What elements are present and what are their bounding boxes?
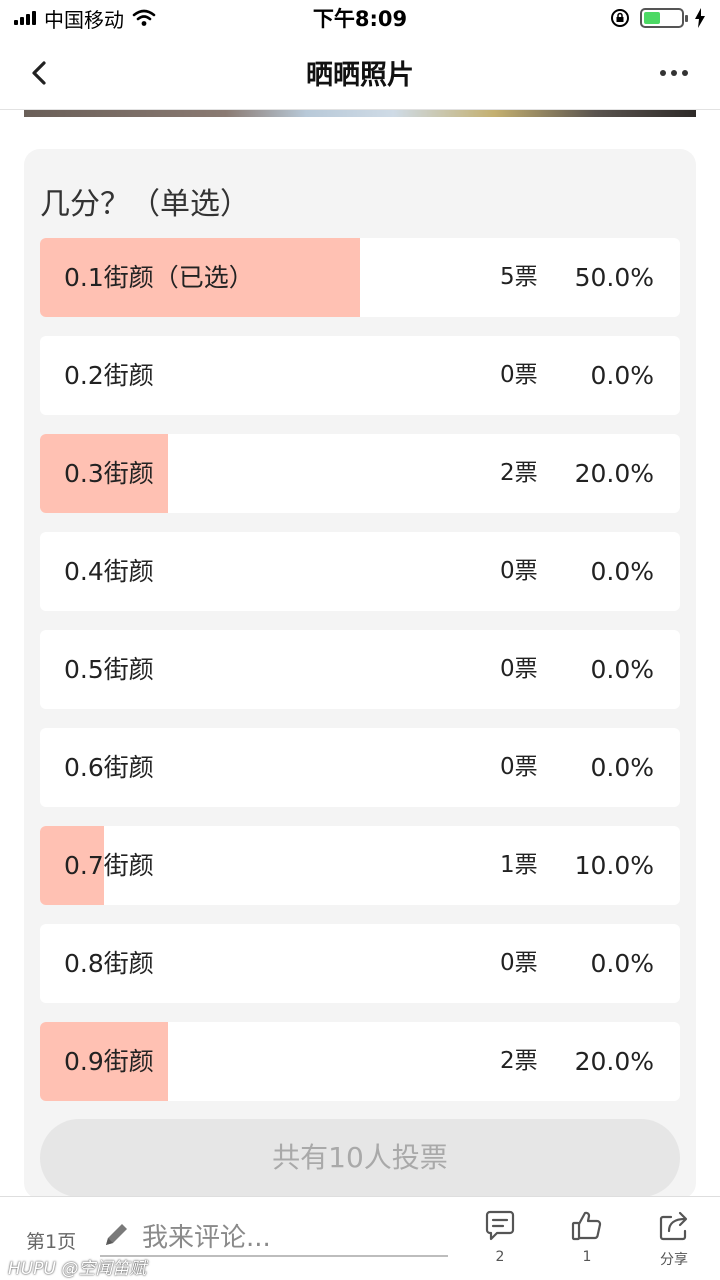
poll-option[interactable]: 0.8街颜 0票 0.0% xyxy=(40,924,680,1003)
option-percent: 10.0% xyxy=(574,851,654,880)
charging-icon xyxy=(695,8,705,28)
poll-option-selected[interactable]: 0.1街颜（已选） 5票 50.0% xyxy=(40,238,680,317)
signal-icon xyxy=(14,11,36,25)
option-votes: 0票 xyxy=(500,656,538,682)
status-bar: 中国移动 下午8:09 xyxy=(0,0,720,36)
thumbs-up-icon xyxy=(571,1211,602,1241)
comment-icon xyxy=(485,1210,515,1241)
pencil-icon xyxy=(106,1224,127,1245)
nav-bar: 晒晒照片 xyxy=(0,36,720,110)
option-label: 0.7街颜 xyxy=(64,851,154,880)
like-button[interactable]: 1 xyxy=(557,1209,617,1265)
option-percent: 0.0% xyxy=(590,557,654,586)
option-votes: 2票 xyxy=(500,1048,538,1074)
poll-option[interactable]: 0.6街颜 0票 0.0% xyxy=(40,728,680,807)
poll-card: 几分？（单选） 0.1街颜（已选） 5票 50.0% 0.2街颜 0票 0.0% 0.3街颜… xyxy=(24,149,696,1199)
poll-question: 几分？（单选） xyxy=(40,187,250,222)
status-right xyxy=(610,8,706,28)
option-label: 0.9街颜 xyxy=(64,1047,154,1076)
option-label: 0.3街颜 xyxy=(64,459,154,488)
page-label[interactable]: 第1页 xyxy=(26,1227,76,1254)
poll-option[interactable]: 0.5街颜 0票 0.0% xyxy=(40,630,680,709)
watermark: HUPU @空闻笛赋 xyxy=(8,1259,147,1279)
option-label: 0.4街颜 xyxy=(64,557,154,586)
option-percent: 20.0% xyxy=(574,1047,654,1076)
poll-option[interactable]: 0.7街颜 1票 10.0% xyxy=(40,826,680,905)
option-percent: 20.0% xyxy=(574,459,654,488)
share-label: 分享 xyxy=(660,1252,688,1268)
option-votes: 0票 xyxy=(500,754,538,780)
likes-count: 1 xyxy=(582,1249,592,1265)
comments-count: 2 xyxy=(495,1249,505,1265)
option-percent: 0.0% xyxy=(590,361,654,390)
option-percent: 0.0% xyxy=(590,753,654,782)
status-left: 中国移动 xyxy=(14,4,156,33)
poll-option[interactable]: 0.4街颜 0票 0.0% xyxy=(40,532,680,611)
option-votes: 1票 xyxy=(500,852,538,878)
lock-rotation-icon xyxy=(611,9,629,27)
poll-option[interactable]: 0.9街颜 2票 20.0% xyxy=(40,1022,680,1101)
option-votes: 0票 xyxy=(500,950,538,976)
share-button[interactable]: 分享 xyxy=(644,1209,704,1269)
comment-placeholder: 我来评论... xyxy=(142,1222,271,1253)
option-votes: 0票 xyxy=(500,558,538,584)
option-label: 0.2街颜 xyxy=(64,361,154,390)
more-button[interactable] xyxy=(656,60,692,86)
battery-icon xyxy=(640,8,688,28)
option-label: 0.6街颜 xyxy=(64,753,154,782)
back-icon xyxy=(32,61,46,85)
option-label: 0.5街颜 xyxy=(64,655,154,684)
poll-option[interactable]: 0.3街颜 2票 20.0% xyxy=(40,434,680,513)
comments-button[interactable]: 2 xyxy=(470,1209,530,1265)
more-icon xyxy=(660,70,666,76)
option-votes: 0票 xyxy=(500,362,538,388)
back-button[interactable] xyxy=(26,58,54,88)
option-percent: 50.0% xyxy=(574,263,654,292)
poll-option[interactable]: 0.2街颜 0票 0.0% xyxy=(40,336,680,415)
page-title: 晒晒照片 xyxy=(306,60,414,91)
option-label: 0.8街颜 xyxy=(64,949,154,978)
option-votes: 5票 xyxy=(500,264,538,290)
photo-preview[interactable] xyxy=(24,110,696,117)
option-percent: 0.0% xyxy=(590,949,654,978)
option-label: 0.1街颜（已选） xyxy=(64,263,254,292)
share-icon xyxy=(659,1211,688,1241)
option-percent: 0.0% xyxy=(590,655,654,684)
total-votes-button: 共有10人投票 xyxy=(40,1119,680,1197)
wifi-icon xyxy=(132,9,156,26)
comment-input[interactable]: 我来评论... xyxy=(100,1215,448,1257)
carrier-label: 中国移动 xyxy=(44,7,124,32)
option-votes: 2票 xyxy=(500,460,538,486)
